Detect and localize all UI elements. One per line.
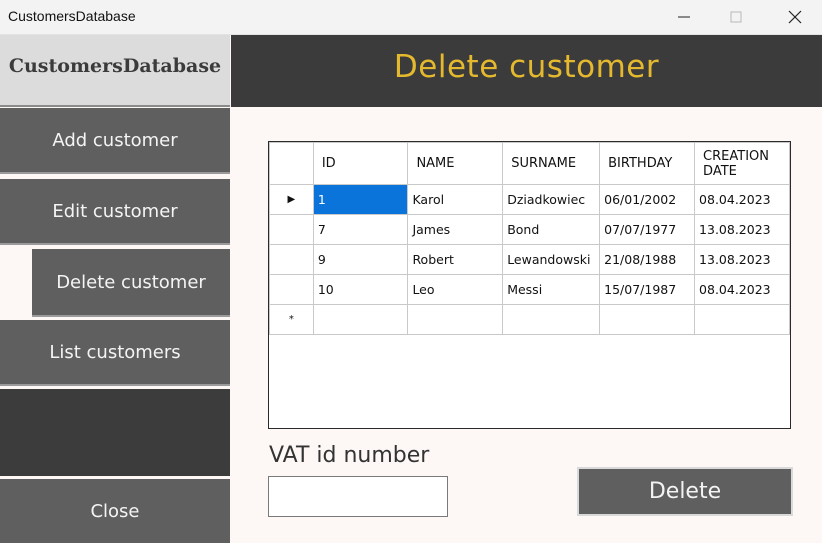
close-button[interactable]: Close [0,479,230,543]
cell-name[interactable]: Karol [407,184,504,215]
cell-id[interactable]: 10 [312,274,409,305]
cell-creation-date[interactable]: 13.08.2023 [694,214,790,245]
cell-id[interactable]: 1 [312,184,409,215]
delete-button[interactable]: Delete [577,467,793,516]
sidebar: CustomersDatabase Add customer Edit cust… [0,35,230,543]
current-row-marker-icon[interactable]: ▶ [269,184,314,215]
customers-table: ID NAME SURNAME BIRTHDAY CREATION DATE ▶… [269,142,790,335]
window-title: CustomersDatabase [8,8,136,24]
maximize-icon [730,11,742,23]
table-row[interactable]: ▶ 1 Karol Dziadkowiec 06/01/2002 08.04.2… [269,184,790,215]
new-cell[interactable] [407,304,504,335]
cell-name[interactable]: Leo [407,274,504,305]
new-cell[interactable] [502,304,601,335]
cell-creation-date[interactable]: 08.04.2023 [694,274,790,305]
row-header[interactable] [269,214,314,245]
page-header: Delete customer [231,35,822,107]
minimize-button[interactable] [661,0,707,34]
cell-surname[interactable]: Lewandowski [502,244,601,275]
sidebar-item-list-customers[interactable]: List customers [0,320,230,386]
sidebar-item-delete-customer[interactable]: Delete customer [32,249,230,317]
column-header-surname[interactable]: SURNAME [502,142,601,185]
sidebar-item-add-customer[interactable]: Add customer [0,108,230,174]
cell-surname[interactable]: Bond [502,214,601,245]
cell-name[interactable]: Robert [407,244,504,275]
new-cell[interactable] [312,304,409,335]
column-header-birthday[interactable]: BIRTHDAY [599,142,696,185]
cell-id[interactable]: 9 [312,244,409,275]
brand-logo-text: CustomersDatabase [8,55,222,77]
title-bar: CustomersDatabase [0,0,822,35]
cell-surname[interactable]: Dziadkowiec [502,184,601,215]
new-cell[interactable] [694,304,790,335]
row-header[interactable] [269,244,314,275]
sidebar-spacer [0,389,230,476]
close-icon [788,10,802,24]
cell-birthday[interactable]: 15/07/1987 [599,274,696,305]
brand-panel: CustomersDatabase [0,35,230,107]
column-header-creation-date[interactable]: CREATION DATE [694,142,790,185]
table-row[interactable]: 9 Robert Lewandowski 21/08/1988 13.08.20… [269,244,790,275]
new-row-marker-icon[interactable]: * [269,304,314,335]
new-row[interactable]: * [269,304,790,335]
maximize-button[interactable] [713,0,759,34]
sidebar-item-edit-customer[interactable]: Edit customer [0,179,230,245]
cell-name[interactable]: James [407,214,504,245]
header-row: ID NAME SURNAME BIRTHDAY CREATION DATE [269,142,790,185]
minimize-icon [678,16,690,18]
close-window-button[interactable] [772,0,818,34]
page-title: Delete customer [393,49,660,85]
cell-creation-date[interactable]: 13.08.2023 [694,244,790,275]
table-row[interactable]: 10 Leo Messi 15/07/1987 08.04.2023 [269,274,790,305]
new-cell[interactable] [599,304,696,335]
cell-birthday[interactable]: 07/07/1977 [599,214,696,245]
cell-id[interactable]: 7 [312,214,409,245]
cell-birthday[interactable]: 06/01/2002 [599,184,696,215]
cell-surname[interactable]: Messi [502,274,601,305]
vat-id-input[interactable] [268,476,448,517]
row-header[interactable] [269,274,314,305]
vat-id-label: VAT id number [269,443,430,468]
cell-creation-date[interactable]: 08.04.2023 [694,184,790,215]
table-row[interactable]: 7 James Bond 07/07/1977 13.08.2023 [269,214,790,245]
column-header-id[interactable]: ID [312,142,409,185]
customers-grid[interactable]: ID NAME SURNAME BIRTHDAY CREATION DATE ▶… [268,141,791,429]
cell-birthday[interactable]: 21/08/1988 [599,244,696,275]
column-header-name[interactable]: NAME [407,142,504,185]
corner-header-cell [269,142,314,185]
